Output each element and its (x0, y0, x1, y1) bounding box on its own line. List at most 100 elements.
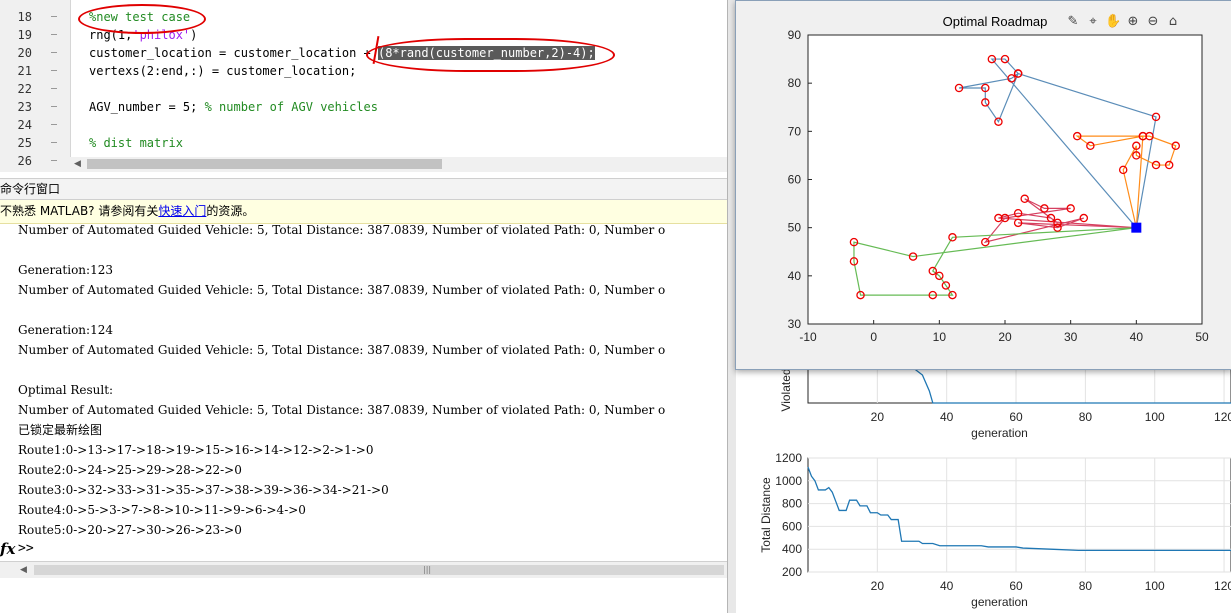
line-number: 21 (17, 64, 32, 78)
line-number: 26 (17, 154, 32, 168)
command-window-horizontal-scrollbar[interactable]: ◀ ||| (0, 561, 727, 578)
editor-line[interactable]: 22 (0, 80, 727, 98)
output-line: Route2:0->24->25->29->28->22->0 (18, 463, 242, 477)
x-tick-label: 10 (933, 330, 947, 344)
code-text[interactable]: % dist matrix (89, 134, 183, 152)
data-cursor-icon[interactable]: ⌖ (1085, 14, 1101, 30)
code-text[interactable]: rng(1,'philox') (89, 26, 197, 44)
x-tick-label: 20 (871, 579, 885, 593)
editor-line[interactable]: 20 customer_location = customer_location … (0, 44, 727, 62)
y-axis-label: Violated (779, 368, 793, 411)
command-scroll-thumb[interactable] (34, 565, 724, 575)
line-number: 25 (17, 136, 32, 150)
line-number: 20 (17, 46, 32, 60)
editor-line[interactable]: 23 AGV_number = 5; % number of AGV vehicl… (0, 98, 727, 116)
command-window-header: 命令行窗口 (0, 178, 727, 200)
distance-plot-area (807, 457, 1231, 573)
command-window-footer (0, 578, 727, 613)
code-editor[interactable]: 18 %new test case 19 rng(1,'philox') 20 custo… (0, 0, 727, 172)
x-tick-label: 20 (871, 410, 885, 424)
zoom-in-icon[interactable]: ⊕ (1125, 14, 1141, 30)
y-tick-label: 80 (788, 76, 802, 90)
x-axis-label: generation (971, 595, 1028, 609)
line-marker (51, 160, 57, 161)
x-tick-label: 100 (1145, 579, 1165, 593)
roadmap-chart: Optimal Roadmap -10 0 10 20 30 40 50 30 40 50 60 70 8… (788, 14, 1209, 344)
x-axis-label: generation (971, 426, 1028, 440)
banner-suffix: 的资源。 (206, 204, 255, 218)
y-tick-label: 50 (788, 221, 802, 235)
x-tick-label: 0 (870, 330, 877, 344)
scroll-left-arrow-icon[interactable]: ◀ (74, 157, 81, 172)
editor-line[interactable]: 18 %new test case (0, 8, 727, 26)
y-tick-label: 600 (782, 519, 802, 533)
code-text[interactable]: vertexs(2:end,:) = customer_location; (89, 62, 356, 80)
line-marker (51, 70, 57, 71)
line-number: 24 (17, 118, 32, 132)
editor-line[interactable]: 19 rng(1,'philox') (0, 26, 727, 44)
chart-title: Optimal Roadmap (943, 14, 1048, 29)
x-tick-label: 60 (1009, 410, 1023, 424)
scroll-grip-icon: ||| (423, 565, 432, 574)
output-line: Generation:124 (18, 323, 113, 337)
y-tick-label: 1200 (775, 451, 802, 465)
getting-started-banner: 不熟悉 MATLAB? 请参阅有关快速入门的资源。 (0, 200, 727, 224)
y-tick-label: 60 (788, 173, 802, 187)
violated-axes: 20 40 60 80 100 120 generation Violated (779, 360, 1231, 440)
y-tick-label: 400 (782, 542, 802, 556)
output-line: 已锁定最新绘图 (18, 423, 103, 437)
x-tick-label: 40 (940, 579, 954, 593)
convergence-plots: 20 40 60 80 100 120 generation Violated 20 40 60 8… (759, 360, 1231, 609)
line-number: 22 (17, 82, 32, 96)
distance-axes: 20 40 60 80 100 120 200 400 600 800 1000 1200 genera… (759, 451, 1231, 609)
x-tick-label: 20 (998, 330, 1012, 344)
command-window-title: 命令行窗口 (0, 182, 61, 196)
y-tick-label: 200 (782, 565, 802, 579)
editor-line[interactable]: 25 % dist matrix (0, 134, 727, 152)
zoom-out-icon[interactable]: ⊖ (1145, 14, 1161, 30)
line-marker (51, 106, 57, 107)
x-tick-label: 120 (1214, 410, 1231, 424)
code-text[interactable]: %new test case (89, 8, 190, 26)
banner-text: 不熟悉 MATLAB? 请参阅有关 (0, 204, 159, 218)
plot-area (807, 34, 1203, 325)
line-marker (51, 88, 57, 89)
output-line: Optimal Result: (18, 383, 114, 397)
getting-started-link[interactable]: 快速入门 (158, 204, 206, 218)
editor-line[interactable]: 24 (0, 116, 727, 134)
x-tick-label: 80 (1079, 410, 1093, 424)
brush-icon[interactable]: ✎ (1065, 14, 1081, 30)
y-tick-label: 800 (782, 497, 802, 511)
figure-window[interactable]: Optimal Roadmap -10 0 10 20 30 40 50 30 40 50 60 70 8… (735, 0, 1231, 370)
output-line: Number of Automated Guided Vehicle: 5, T… (18, 343, 666, 357)
y-tick-label: 40 (788, 269, 802, 283)
scroll-left-arrow-icon[interactable]: ◀ (20, 562, 27, 578)
x-tick-label: 120 (1214, 579, 1231, 593)
line-number: 23 (17, 100, 32, 114)
editor-line[interactable]: 21 vertexs(2:end,:) = customer_location; (0, 62, 727, 80)
y-tick-label: 70 (788, 124, 802, 138)
pan-icon[interactable]: ✋ (1105, 14, 1121, 30)
code-text[interactable]: AGV_number = 5; % number of AGV vehicles (89, 98, 378, 116)
line-marker (51, 16, 57, 17)
x-tick-label: 40 (940, 410, 954, 424)
line-marker (51, 142, 57, 143)
editor-scroll-thumb[interactable] (87, 159, 442, 169)
depot-marker (1131, 222, 1142, 233)
home-icon[interactable]: ⌂ (1165, 14, 1181, 30)
code-text[interactable]: customer_location = customer_location + … (89, 44, 595, 62)
y-axis-label: Total Distance (759, 477, 773, 553)
command-window-output[interactable]: Number of Automated Guided Vehicle: 5, T… (0, 224, 727, 560)
line-number: 18 (17, 10, 32, 24)
y-tick-label: 90 (788, 28, 802, 42)
output-line: Route1:0->13->17->18->19->15->16->14->12… (18, 443, 374, 457)
output-line: Route5:0->20->27->30->26->23->0 (18, 523, 242, 537)
output-line: Number of Automated Guided Vehicle: 5, T… (18, 224, 666, 237)
command-prompt[interactable]: >> (18, 541, 34, 556)
x-tick-label: 100 (1145, 410, 1165, 424)
x-tick-label: 50 (1195, 330, 1209, 344)
x-tick-label: 40 (1130, 330, 1144, 344)
x-tick-label: -10 (799, 330, 817, 344)
output-line: Number of Automated Guided Vehicle: 5, T… (18, 283, 666, 297)
function-browser-icon[interactable]: fx (0, 540, 15, 558)
